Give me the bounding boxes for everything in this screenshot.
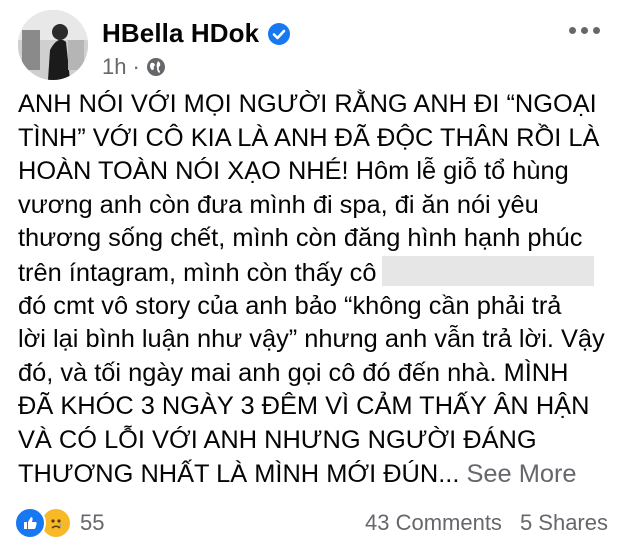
reaction-count: 55 [80, 510, 105, 535]
avatar[interactable] [18, 10, 88, 80]
more-dot-icon [568, 26, 576, 34]
author-row: HBella HDok [102, 18, 291, 49]
comments-count-link[interactable]: 43 Comments [365, 510, 502, 536]
engagement-stats: 43 Comments 5 Shares [365, 510, 608, 536]
post-line-with-redaction: trên íntagram, mình còn thấy cô [18, 255, 606, 290]
author-name[interactable]: HBella HDok [102, 18, 259, 49]
post-line: đó, và tối ngày mai anh gọi cô đó đến nh… [18, 358, 569, 387]
reactions-summary[interactable]: 55 [14, 507, 104, 539]
globe-icon[interactable] [146, 57, 166, 77]
post-meta: 1h · [102, 54, 166, 80]
post-footer: 55 43 Comments 5 Shares [14, 505, 608, 541]
post-line: thương sống chết, mình còn đăng hình hạn… [18, 224, 583, 253]
post-line: đó cmt vô story của anh bảo “không cần p… [18, 291, 562, 320]
post-line: vương anh còn đưa mình đi spa, đi ăn nói… [18, 190, 539, 219]
more-dot-icon [580, 26, 588, 34]
post-line: ĐÃ KHÓC 3 NGÀY 3 ĐÊM VÌ CẢM THẤY ÂN HẬN [18, 392, 590, 421]
post-timestamp[interactable]: 1h [102, 54, 126, 80]
more-options-button[interactable] [564, 18, 604, 42]
meta-separator: · [132, 54, 140, 79]
post-line: lời lại bình luận như vậy” nhưng anh vẫn… [18, 325, 605, 354]
like-reaction-icon [14, 507, 46, 539]
post-line-text: trên íntagram, mình còn thấy cô [18, 258, 377, 287]
post-line: ANH NÓI VỚI MỌI NGƯỜI RẰNG ANH ĐI “NGOẠI [18, 90, 597, 118]
post-header: HBella HDok 1h · [18, 10, 608, 82]
post-line: VÀ CÓ LỖI VỚI ANH NHƯNG NGƯỜI ĐÁNG [18, 425, 537, 454]
post-line-last: THƯƠNG NHẤT LÀ MÌNH MỚI ĐÚN... See More [18, 458, 606, 492]
post-line: TÌNH” VỚI CÔ KIA LÀ ANH ĐÃ ĐỘC THÂN RỒI … [18, 123, 600, 152]
post-body: ANH NÓI VỚI MỌI NGƯỜI RẰNG ANH ĐI “NGOẠI… [18, 88, 606, 491]
post-line: HOÀN TOÀN NÓI XẠO NHÉ! Hôm lễ giỗ tổ hùn… [18, 157, 569, 186]
more-dot-icon [592, 26, 600, 34]
shares-count-link[interactable]: 5 Shares [520, 510, 608, 536]
see-more-link[interactable]: See More [466, 460, 576, 488]
redaction-box [382, 255, 595, 286]
post-line-text: THƯƠNG NHẤT LÀ MÌNH MỚI ĐÚN... [18, 459, 460, 488]
verified-badge-icon [268, 22, 291, 45]
